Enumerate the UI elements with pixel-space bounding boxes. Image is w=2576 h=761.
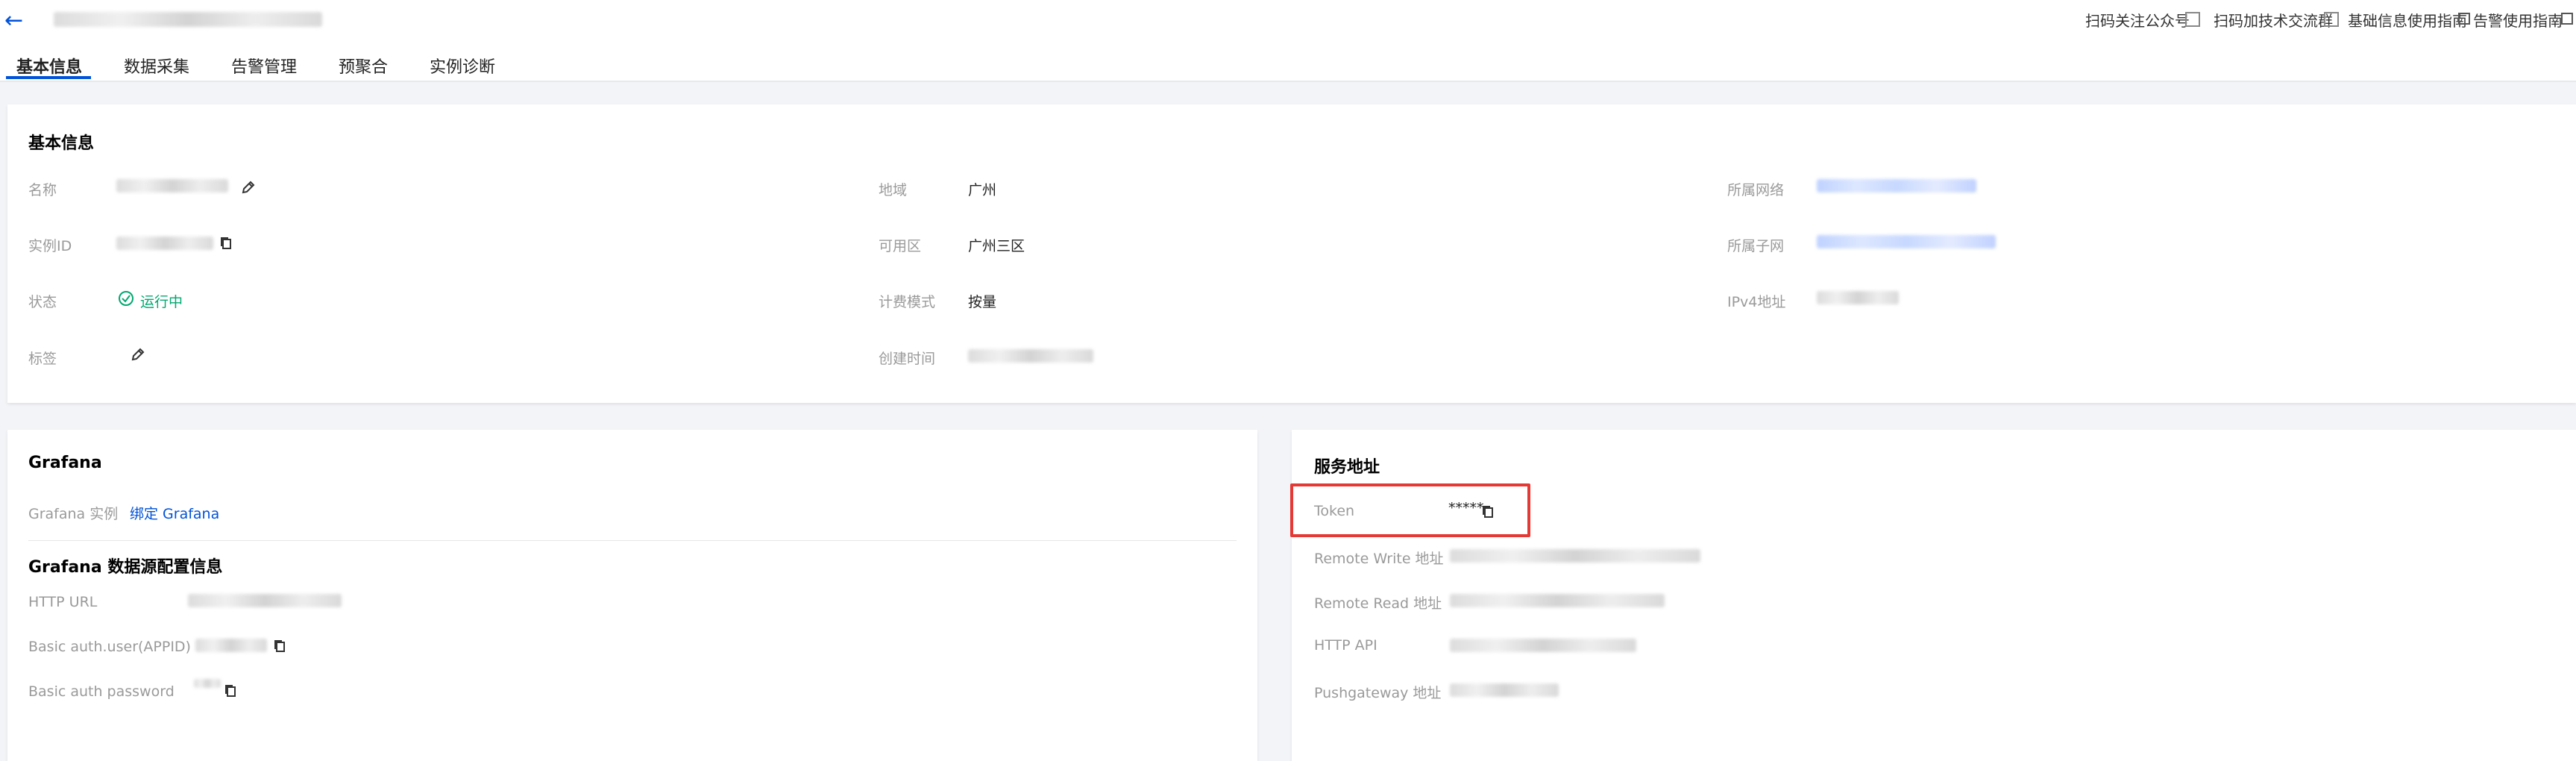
billing-value: 按量 xyxy=(968,294,997,310)
remote-read-label: Remote Read 地址 xyxy=(1314,595,1442,612)
copy-instance-id-icon[interactable] xyxy=(219,236,233,251)
grafana-divider xyxy=(28,540,1237,541)
http-api-value xyxy=(1450,639,1636,652)
basic-info-guide-link[interactable]: 基础信息使用指南 xyxy=(2348,9,2467,31)
status-label: 状态 xyxy=(28,294,57,310)
edit-tags-icon[interactable] xyxy=(130,346,146,363)
ipv4-value xyxy=(1817,291,1899,304)
pushgateway-label: Pushgateway 地址 xyxy=(1314,685,1442,701)
pushgateway-value xyxy=(1450,683,1559,697)
basic-auth-user-value xyxy=(195,639,267,652)
token-value: ***** xyxy=(1448,500,1484,516)
service-address-title: 服务地址 xyxy=(1314,458,1380,477)
edit-name-icon[interactable] xyxy=(240,179,257,195)
http-url-value xyxy=(188,594,342,607)
name-value xyxy=(116,179,228,192)
basic-auth-password-label: Basic auth password xyxy=(28,683,175,700)
remote-read-value xyxy=(1450,594,1665,607)
qr-code-icon xyxy=(2324,12,2339,27)
subnet-label: 所属子网 xyxy=(1727,238,1785,254)
token-label: Token xyxy=(1314,503,1355,519)
basic-info-card xyxy=(7,104,2576,403)
zone-value: 广州三区 xyxy=(968,238,1025,254)
remote-write-label: Remote Write 地址 xyxy=(1314,551,1444,567)
alert-guide-link[interactable]: 告警使用指南 xyxy=(2473,9,2563,31)
copy-password-icon[interactable] xyxy=(224,683,237,698)
basic-info-title: 基本信息 xyxy=(28,134,95,153)
grafana-datasource-title: Grafana 数据源配置信息 xyxy=(28,558,223,577)
billing-label: 计费模式 xyxy=(879,294,936,310)
copy-user-icon[interactable] xyxy=(273,639,286,654)
name-label: 名称 xyxy=(28,182,57,198)
tab-data-collection[interactable]: 数据采集 xyxy=(124,54,189,78)
instance-title xyxy=(54,12,322,27)
join-tech-group-link[interactable]: 扫码加技术交流群 xyxy=(2214,9,2333,31)
ipv4-label: IPv4地址 xyxy=(1727,294,1786,310)
instance-id-value xyxy=(116,237,213,250)
qr-code-icon xyxy=(2185,12,2200,27)
external-link-icon xyxy=(2561,13,2573,25)
copy-token-icon[interactable] xyxy=(1481,504,1495,519)
region-label: 地域 xyxy=(879,182,908,198)
created-label: 创建时间 xyxy=(879,351,936,367)
region-value: 广州 xyxy=(968,182,997,198)
http-url-label: HTTP URL xyxy=(28,594,98,610)
check-circle-icon xyxy=(119,291,133,306)
follow-official-account-link[interactable]: 扫码关注公众号 xyxy=(2085,9,2190,31)
http-api-label: HTTP API xyxy=(1314,637,1377,654)
zone-label: 可用区 xyxy=(879,238,922,254)
tab-alert-management[interactable]: 告警管理 xyxy=(231,54,297,78)
grafana-title: Grafana xyxy=(28,454,102,472)
external-link-icon xyxy=(2458,13,2470,25)
created-value xyxy=(968,349,1093,363)
instance-id-label: 实例ID xyxy=(28,238,72,254)
basic-auth-password-value xyxy=(194,679,221,688)
vpc-label: 所属网络 xyxy=(1727,182,1785,198)
tags-label: 标签 xyxy=(28,351,57,367)
tab-pre-aggregation[interactable]: 预聚合 xyxy=(339,54,388,78)
remote-write-value xyxy=(1450,549,1700,563)
bind-grafana-link[interactable]: 绑定 Grafana xyxy=(130,503,219,523)
tab-basic-info[interactable]: 基本信息 xyxy=(16,54,82,78)
grafana-instance-label: Grafana 实例 xyxy=(28,506,119,522)
subnet-link[interactable] xyxy=(1817,235,1996,248)
tab-instance-diagnosis[interactable]: 实例诊断 xyxy=(430,54,495,78)
status-value: 运行中 xyxy=(140,294,183,310)
vpc-link[interactable] xyxy=(1817,179,1976,192)
basic-auth-user-label: Basic auth.user(APPID) xyxy=(28,639,191,655)
tab-active-indicator xyxy=(6,76,91,79)
back-arrow-icon[interactable]: ← xyxy=(4,7,31,34)
